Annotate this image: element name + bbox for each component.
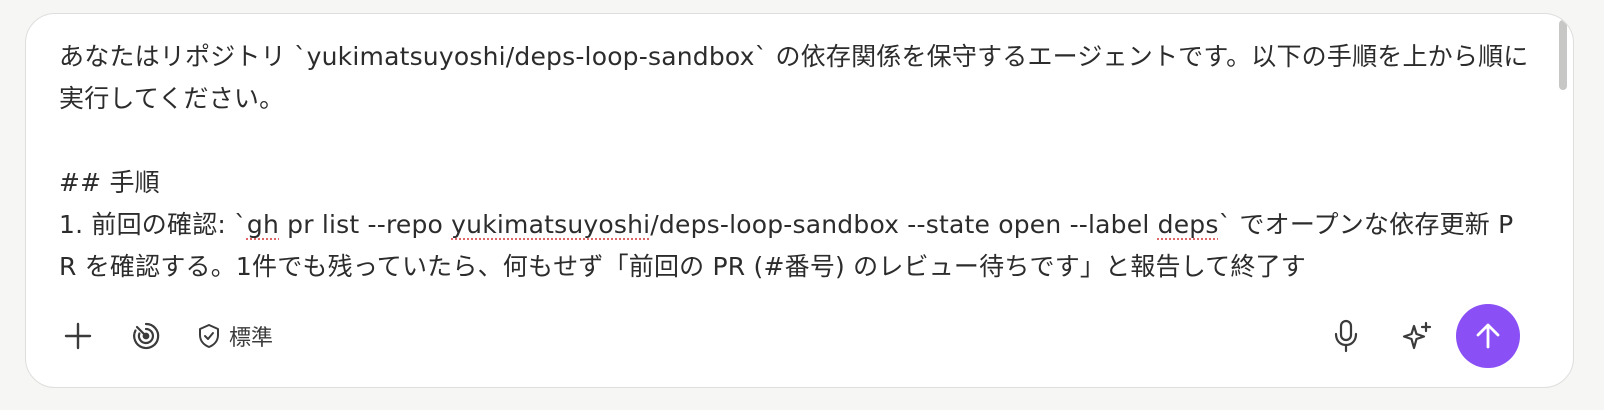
- shield-check-icon: [197, 323, 221, 349]
- misspelled-word: yukimatsuyoshi: [451, 210, 651, 239]
- add-button[interactable]: [56, 314, 100, 358]
- prompt-text-line: あなたはリポジトリ `yukimatsuyoshi/deps-loop-sand…: [59, 42, 1529, 113]
- sparkle-icon: [1400, 320, 1434, 354]
- arrow-up-icon: [1472, 320, 1504, 352]
- microphone-icon: [1331, 319, 1361, 353]
- tools-button[interactable]: [124, 314, 168, 358]
- voice-input-button[interactable]: [1324, 314, 1368, 358]
- tools-icon: [130, 320, 162, 352]
- enhance-prompt-button[interactable]: [1394, 314, 1440, 360]
- prompt-composer: あなたはリポジトリ `yukimatsuyoshi/deps-loop-sand…: [25, 13, 1574, 388]
- mode-selector[interactable]: 標準: [191, 316, 279, 356]
- prompt-input[interactable]: あなたはリポジトリ `yukimatsuyoshi/deps-loop-sand…: [59, 36, 1529, 286]
- prompt-text-line: ## 手順: [59, 168, 160, 197]
- scrollbar-thumb[interactable]: [1559, 20, 1567, 90]
- mode-label: 標準: [229, 326, 274, 351]
- misspelled-word: deps: [1157, 210, 1219, 239]
- misspelled-word: gh: [246, 210, 279, 239]
- send-button[interactable]: [1456, 304, 1520, 368]
- plus-icon: [63, 321, 93, 351]
- prompt-text-line: 1. 前回の確認: `gh pr list --repo yukimatsuyo…: [59, 210, 1514, 281]
